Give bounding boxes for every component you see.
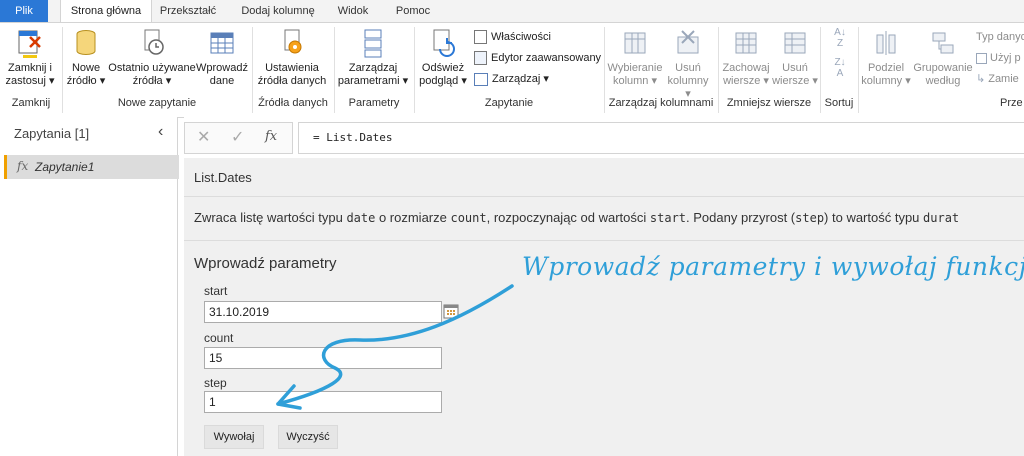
replace-values-button[interactable]: ↳ Zamie [976,71,1019,87]
enter-data-button[interactable]: Wprowadź dane [196,27,248,88]
tab-help[interactable]: Pomoc [388,0,438,22]
group-by-icon [932,32,954,54]
split-column-icon [876,31,896,55]
group-query: Zapytanie [484,97,534,109]
group-new-query: Nowe zapytanie [117,97,197,109]
invoke-button[interactable]: Wywołaj [204,425,264,449]
annotation-arrow-icon [276,284,514,410]
manage-table-icon [474,72,488,86]
function-name: List.Dates [194,170,252,185]
recent-clock-icon [144,29,164,55]
remove-columns-icon [677,30,699,54]
sort-ascending-icon: A↓ Z [834,27,846,49]
group-by-button[interactable]: Grupowanie według [912,27,974,88]
queries-pane-title: Zapytania [1] [14,126,90,141]
data-source-settings-button[interactable]: Ustawienia źródła danych [254,27,330,88]
group-close: Zamknij [11,97,51,109]
data-type-button[interactable]: Typ danyc [976,29,1024,45]
use-first-row-button[interactable]: Użyj p [976,50,1021,66]
divider [184,196,1024,197]
group-manage-columns: Zarządzaj kolumnami [608,97,714,109]
confirm-icon[interactable]: ✓ [231,127,244,147]
manage-button[interactable]: Zarządzaj ▾ [474,71,549,87]
split-column-button[interactable]: Podziel kolumny ▾ [860,27,912,88]
start-label: start [204,284,228,298]
database-icon [76,30,96,55]
close-apply-icon [18,30,41,58]
advanced-editor-icon [474,51,487,66]
fx-icon[interactable]: fx [265,129,277,144]
group-reduce-rows: Zmniejsz wiersze [726,97,812,109]
tab-home[interactable]: Strona główna [60,0,152,23]
sort-descending-button[interactable]: Z↓ A [826,57,854,79]
new-source-button[interactable]: Nowe źródło ▾ [64,27,108,88]
function-icon: fx [17,159,29,173]
formula-controls: ✕ ✓ fx [184,122,293,154]
keep-rows-button[interactable]: Zachowaj wiersze ▾ [720,27,772,88]
recent-sources-button[interactable]: Ostatnio używane źródła ▾ [108,27,196,88]
parameters-title: Wprowadź parametry [194,255,337,272]
formula-bar: ✕ ✓ fx = List.Dates [184,117,1024,157]
annotation-text: Wprowadź parametry i wywołaj funkcję [522,252,1024,281]
replace-icon: ↳ [976,73,986,85]
step-label: step [204,376,227,390]
formula-input[interactable]: = List.Dates [298,122,1024,154]
advanced-editor-button[interactable]: Edytor zaawansowany [474,50,601,66]
count-label: count [204,331,234,345]
keep-rows-icon [735,32,757,54]
formula-text: = List.Dates [313,131,393,144]
remove-rows-button[interactable]: Usuń wiersze ▾ [772,27,818,88]
group-data-sources: Źródła danych [258,97,328,109]
ribbon: Zamknij i zastosuj ▾ Nowe źródło ▾ Ostatni… [0,22,1024,118]
remove-columns-button[interactable]: Usuń kolumny ▾ [664,27,712,101]
refresh-preview-button[interactable]: Odśwież podgląd ▾ [416,27,470,88]
refresh-icon [433,29,455,57]
divider [184,240,1024,241]
properties-icon [474,30,487,45]
tab-view[interactable]: Widok [330,0,376,22]
tab-add-column[interactable]: Dodaj kolumnę [230,0,326,22]
tab-transform[interactable]: Przekształć [150,0,226,22]
group-sort: Sortuj [824,97,854,109]
choose-columns-button[interactable]: Wybieranie kolumn ▾ [606,27,664,88]
group-transform: Prze [1000,97,1023,109]
choose-columns-icon [624,32,646,54]
first-row-icon [976,52,987,64]
clear-button[interactable]: Wyczyść [278,425,338,449]
group-parameters: Parametry [348,97,400,109]
settings-gear-icon [284,29,302,54]
manage-parameters-button[interactable]: Zarządzaj parametrami ▾ [336,27,410,88]
query-name: Zapytanie1 [35,160,95,174]
function-description: Zwraca listę wartości typu date o rozmia… [194,210,960,225]
query-list-item[interactable]: fx Zapytanie1 [4,155,179,179]
close-apply-button[interactable]: Zamknij i zastosuj ▾ [2,27,58,88]
tab-file[interactable]: Plik [0,0,48,22]
sort-ascending-button[interactable]: A↓ Z [826,27,854,49]
table-icon [210,32,234,54]
collapse-pane-icon[interactable]: ‹ [158,123,163,141]
parameters-icon [364,29,382,58]
sort-descending-icon: Z↓ A [834,57,846,79]
remove-rows-icon [784,32,806,54]
menu-bar: Plik Strona główna Przekształć Dodaj kol… [0,0,1024,23]
properties-button[interactable]: Właściwości [474,29,551,45]
queries-pane: Zapytania [1] ‹ fx Zapytanie1 [0,117,179,456]
cancel-icon[interactable]: ✕ [197,127,210,147]
